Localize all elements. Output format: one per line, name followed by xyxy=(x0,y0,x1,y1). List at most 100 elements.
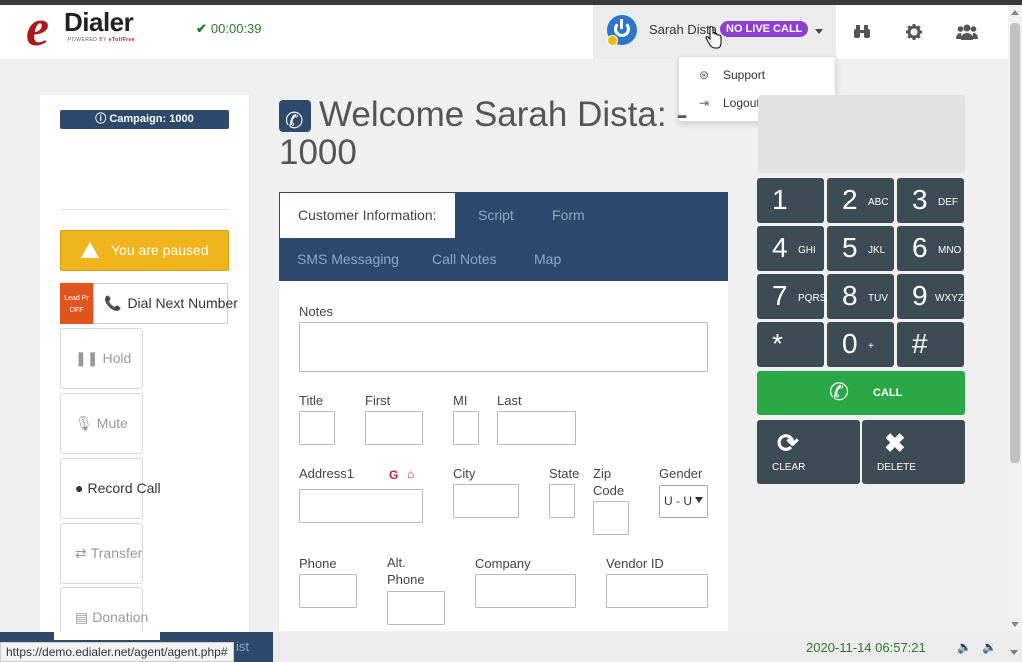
speaker-icon[interactable]: 🔈 xyxy=(957,640,972,654)
scrollbar-thumb[interactable] xyxy=(1010,23,1020,463)
home-icon[interactable]: ⌂ xyxy=(407,467,414,481)
phone-icon: ✆ xyxy=(829,379,850,406)
transfer-button[interactable]: ⇄ Transfer xyxy=(60,523,143,584)
page-scrollbar[interactable] xyxy=(1008,5,1022,632)
city-label: City xyxy=(453,466,476,481)
chevron-down-icon xyxy=(695,497,703,503)
tab-map[interactable]: Map xyxy=(534,251,561,267)
phone-icon: 📞 xyxy=(104,295,122,311)
power-avatar-icon xyxy=(607,15,637,46)
dialpad-key-star[interactable]: * xyxy=(757,322,824,367)
support-menu-item[interactable]: ⊛ Support xyxy=(699,68,765,82)
company-input[interactable] xyxy=(475,574,576,608)
alt-phone-label: Alt. Phone xyxy=(387,555,425,587)
vendor-id-label: Vendor ID xyxy=(606,556,664,571)
check-icon: ✔ xyxy=(196,21,207,36)
first-label: First xyxy=(365,393,391,408)
phone-icon: ✆ xyxy=(279,100,311,133)
call-button[interactable]: ✆ CALL xyxy=(757,371,965,415)
campaign-badge: ⓘ Campaign: 1000 xyxy=(60,110,229,129)
info-icon: ⓘ xyxy=(95,113,110,125)
delete-button[interactable]: ✖ DELETE xyxy=(862,420,965,484)
call-timer: ✔ 00:00:39 xyxy=(196,21,262,36)
city-input[interactable] xyxy=(453,484,519,518)
refresh-icon: ⟳ xyxy=(777,428,799,458)
gender-label: Gender xyxy=(659,466,703,481)
status-dot xyxy=(607,35,618,46)
binoculars-icon[interactable] xyxy=(852,24,872,44)
address1-label: Address1 xyxy=(299,466,354,481)
users-icon[interactable] xyxy=(955,24,979,44)
transfer-icon: ⇄ xyxy=(75,545,87,561)
tab-call-notes[interactable]: Call Notes xyxy=(432,251,497,267)
logo-word: Dialer xyxy=(64,7,134,37)
logo-letter: e xyxy=(26,0,50,57)
close-icon: ✖ xyxy=(884,428,906,458)
dialpad-key-0[interactable]: 0 + xyxy=(827,322,894,367)
tab-script[interactable]: Script xyxy=(478,207,514,223)
call-status-badge: NO LIVE CALL xyxy=(720,21,809,37)
title-label: Title xyxy=(299,393,324,408)
dial-next-number-button[interactable]: 📞 Dial Next Number xyxy=(93,283,238,324)
footer-tab-active xyxy=(54,632,160,640)
mi-input[interactable] xyxy=(453,411,479,445)
record-call-button[interactable]: ● Record Call xyxy=(60,458,161,519)
dialpad-key-5[interactable]: 5 JKL xyxy=(827,226,894,271)
gear-icon[interactable] xyxy=(904,24,924,44)
pause-icon: ❚❚ xyxy=(75,350,99,366)
chevron-down-icon xyxy=(1010,650,1018,655)
dialpad-key-6[interactable]: 6 MNO xyxy=(897,226,964,271)
lifebuoy-icon: ⊛ xyxy=(699,68,710,82)
dialpad-key-9[interactable]: 9 WXYZ xyxy=(897,274,964,319)
dialpad-key-2[interactable]: 2 ABC xyxy=(827,178,894,223)
notes-label: Notes xyxy=(299,304,333,319)
address1-input[interactable] xyxy=(299,489,423,523)
number-display xyxy=(758,95,965,173)
mic-off-icon: 🎙 xyxy=(75,415,93,431)
status-bar-url: https://demo.edialer.net/agent/agent.php… xyxy=(0,642,234,662)
state-label: State xyxy=(549,466,580,481)
mi-label: MI xyxy=(453,393,468,408)
dialpad-key-1[interactable]: 1 xyxy=(757,178,824,223)
zip-code-input[interactable] xyxy=(593,501,629,535)
date-time: 2020-11-14 06:57:21 xyxy=(806,640,926,655)
state-input[interactable] xyxy=(549,484,575,518)
phone-label: Phone xyxy=(299,556,337,571)
alt-phone-input[interactable] xyxy=(387,591,445,625)
last-name-input[interactable] xyxy=(497,411,576,445)
phone-input[interactable] xyxy=(299,574,357,608)
hold-button[interactable]: ❚❚ Hold xyxy=(60,328,143,389)
edialer-logo[interactable]: e Dialer POWERED BY eTollFree xyxy=(26,0,156,57)
last-label: Last xyxy=(497,393,522,408)
dialpad-key-hash[interactable]: # xyxy=(897,322,964,367)
record-dot-icon: ● xyxy=(75,480,84,496)
divider xyxy=(60,209,229,210)
dialpad-key-4[interactable]: 4 GHI xyxy=(757,226,824,271)
paused-status-button[interactable]: ! You are paused xyxy=(60,230,229,271)
vendor-id-input[interactable] xyxy=(606,574,708,608)
gender-select[interactable]: U - U xyxy=(659,485,708,518)
title-input[interactable] xyxy=(299,411,335,445)
notes-textarea[interactable] xyxy=(299,322,708,372)
company-label: Company xyxy=(475,556,531,571)
page-title: ✆ Welcome Sarah Dista: -1000 xyxy=(279,95,688,172)
tab-form[interactable]: Form xyxy=(552,207,585,223)
mute-button[interactable]: 🎙 Mute xyxy=(60,393,143,454)
google-icon[interactable]: G xyxy=(389,468,398,482)
dialpad-key-7[interactable]: 7 PQRS xyxy=(757,274,826,319)
header: e Dialer POWERED BY eTollFree ✔ 00:00:39 … xyxy=(0,0,1008,59)
tab-sms-messaging[interactable]: SMS Messaging xyxy=(297,251,399,267)
first-name-input[interactable] xyxy=(365,411,423,445)
chevron-down-icon[interactable] xyxy=(815,29,823,34)
volume-icon[interactable]: 🔉 xyxy=(982,640,997,654)
tab-customer-information[interactable]: Customer Information: xyxy=(280,193,455,238)
dialpad-key-8[interactable]: 8 TUV xyxy=(827,274,894,319)
zip-code-label: Zip Code xyxy=(593,466,625,498)
hand-cursor-icon xyxy=(705,26,722,49)
warning-icon: ! xyxy=(81,242,99,271)
clear-button[interactable]: ⟳ CLEAR xyxy=(757,420,860,484)
lead-preview-toggle[interactable]: Lead Pr OFF xyxy=(60,283,93,324)
tab-bar: Customer Information: Script Form SMS Me… xyxy=(279,192,728,281)
dialpad-key-3[interactable]: 3 DEF xyxy=(897,178,964,223)
customer-info-form: Notes Title First MI Last Address1 G ⌂ C… xyxy=(279,281,728,631)
